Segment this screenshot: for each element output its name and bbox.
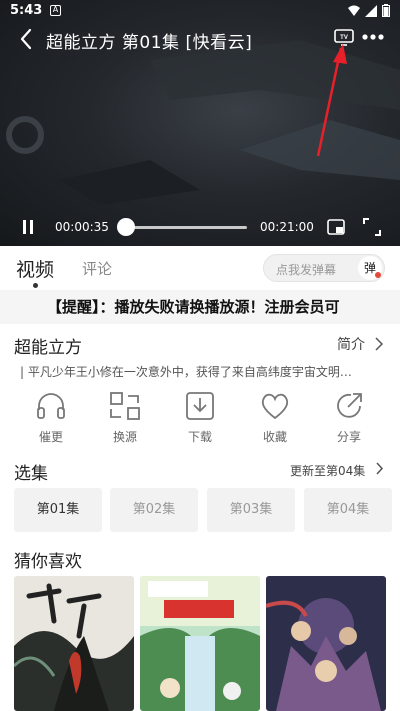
wifi-icon [348,5,360,16]
switch-source-icon [110,392,140,420]
episode-item[interactable]: 第04集 [304,488,392,532]
recommend-poster[interactable] [140,576,260,711]
system-icons [348,4,390,17]
more-options-icon[interactable] [362,30,384,44]
episode-item[interactable]: 第01集 [14,488,102,532]
video-player[interactable]: 5:43 A 超能立方 第01集 [快看云] TV 00:00:35 00:21… [0,0,400,246]
fullscreen-icon[interactable] [363,218,381,236]
chevron-right-icon[interactable] [375,462,384,475]
action-label: 分享 [336,430,361,444]
tab-comment[interactable]: 评论 [82,258,112,279]
player-controls: 00:00:35 00:21:00 [0,212,400,242]
switch-source-button[interactable]: 换源 [95,388,155,450]
episode-item[interactable]: 第03集 [207,488,295,532]
danmu-button[interactable]: 弹 [358,256,382,280]
active-tab-indicator [33,283,38,288]
download-button[interactable]: 下载 [170,388,230,450]
action-label: 收藏 [262,430,287,444]
share-button[interactable]: 分享 [319,388,379,450]
danmu-input[interactable]: 点我发弹幕 [276,261,336,278]
share-icon [337,393,362,418]
poster-image [14,576,134,711]
tv-cast-icon[interactable]: TV [334,28,354,46]
status-bar: 5:43 A [0,0,400,22]
battery-icon [382,4,390,17]
danmu-button-label: 弹 [363,261,376,275]
recommend-poster[interactable] [266,576,386,711]
poster-image [140,576,260,711]
progress-bar[interactable] [122,226,247,229]
action-label: 换源 [112,430,137,444]
action-bar: 催更 换源 下载 收藏 分享 [0,388,400,452]
favorite-button[interactable]: 收藏 [245,388,305,450]
notification-a-icon: A [50,5,61,16]
pause-icon[interactable] [20,219,36,235]
action-label: 下载 [187,430,212,444]
clock: 5:43 [10,3,43,18]
recommend-poster[interactable] [14,576,134,711]
poster-image [266,576,386,711]
download-icon [186,392,214,420]
current-time: 00:00:35 [55,220,109,234]
detail-tabs: 视频 评论 点我发弹幕 弹 [0,246,400,290]
player-top-bar: 超能立方 第01集 [快看云] TV [0,22,400,56]
episodes-title: 选集 [14,464,48,484]
danmu-bar: 点我发弹幕 弹 [263,254,385,282]
progress-knob[interactable] [116,218,135,236]
total-time: 00:21:00 [260,220,314,234]
action-label: 催更 [38,430,63,444]
episode-item[interactable]: 第02集 [110,488,198,532]
tab-video[interactable]: 视频 [16,255,54,282]
danmu-dot [375,272,381,278]
heart-icon [261,393,289,420]
show-title: 超能立方 [14,338,82,358]
episodes-update[interactable]: 更新至第04集 [290,462,365,479]
player-title: 超能立方 第01集 [快看云] [46,33,253,53]
intro-link[interactable]: 简介 [337,334,365,354]
show-description[interactable]: | 平凡少年王小修在一次意外中，获得了来自高纬度宇宙文明… [20,363,386,380]
urge-update-button[interactable]: 催更 [21,388,81,450]
svg-text:TV: TV [340,35,348,41]
headphones-icon [37,393,65,419]
recommend-title: 猜你喜欢 [14,552,82,572]
notice-text: 【提醒】：播放失败请换播放源！注册会员可 [47,298,340,316]
notice-marquee: 【提醒】：播放失败请换播放源！注册会员可 [0,290,400,324]
chevron-right-icon[interactable] [374,337,384,351]
picture-in-picture-icon[interactable] [327,219,345,235]
show-description-text: 平凡少年王小修在一次意外中，获得了来自高纬度宇宙文明… [27,365,352,379]
back-arrow-icon[interactable] [16,26,38,52]
signal-icon [365,4,377,17]
